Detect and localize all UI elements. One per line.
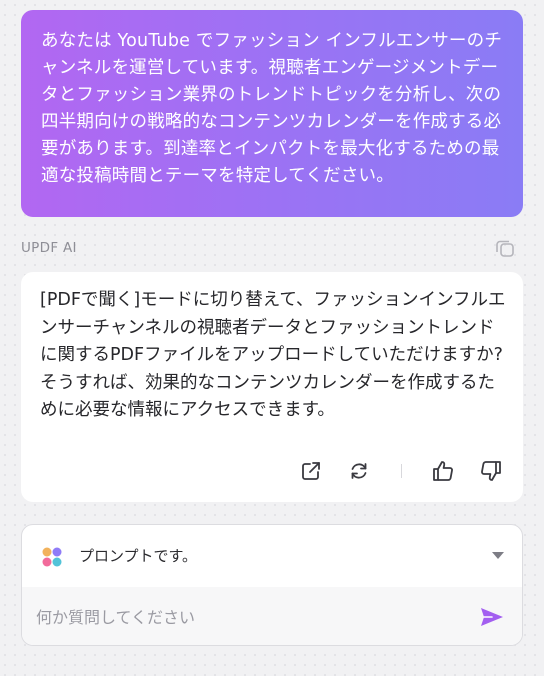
send-button[interactable] xyxy=(478,604,506,630)
like-button[interactable] xyxy=(429,457,457,485)
copy-icon xyxy=(496,240,514,257)
prompt-selector[interactable]: プロンプトです。 xyxy=(22,525,522,587)
question-input[interactable] xyxy=(36,602,456,632)
user-message-bubble: あなたは YouTube でファッション インフルエンサーのチャンネルを運営して… xyxy=(21,10,523,217)
question-area xyxy=(22,587,522,645)
ai-label: UPDF AI xyxy=(21,240,77,256)
copy-button[interactable] xyxy=(493,236,517,260)
chat-input-box: プロンプトです。 xyxy=(21,524,523,646)
thumbs-down-icon xyxy=(481,461,501,481)
open-external-button[interactable] xyxy=(297,457,325,485)
prompt-dots-icon xyxy=(42,547,62,567)
chevron-down-icon xyxy=(492,552,504,559)
ai-response-actions xyxy=(21,457,523,485)
regenerate-button[interactable] xyxy=(345,457,373,485)
ai-response-text: [PDFで聞く]モードに切り替えて、ファッションインフルエンサーチャンネルの視聴… xyxy=(40,290,506,420)
thumbs-up-icon xyxy=(433,461,453,481)
ai-response-card: [PDFで聞く]モードに切り替えて、ファッションインフルエンサーチャンネルの視聴… xyxy=(21,272,523,502)
regenerate-icon xyxy=(351,463,367,479)
ai-response-header: UPDF AI xyxy=(21,236,523,260)
dislike-button[interactable] xyxy=(477,457,505,485)
external-link-icon xyxy=(302,462,320,480)
actions-divider xyxy=(401,464,402,478)
prompt-selector-label: プロンプトです。 xyxy=(79,547,198,565)
user-message-text: あなたは YouTube でファッション インフルエンサーのチャンネルを運営して… xyxy=(41,31,503,186)
send-icon xyxy=(481,608,503,626)
